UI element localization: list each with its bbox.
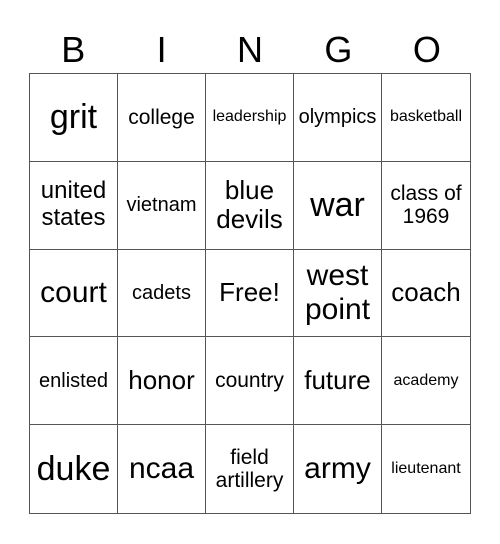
bingo-cell[interactable]: united states — [30, 161, 118, 250]
bingo-cell[interactable]: army — [294, 425, 382, 513]
bingo-cell[interactable]: duke — [30, 425, 118, 513]
bingo-cell[interactable]: college — [118, 74, 206, 162]
bingo-cell[interactable]: future — [294, 337, 382, 426]
bingo-cell[interactable]: leadership — [206, 74, 294, 162]
header-letter-g: G — [324, 29, 353, 70]
bingo-cell[interactable]: war — [294, 161, 382, 250]
bingo-grid: grit college leadership olympics basketb… — [29, 73, 471, 514]
bingo-cell[interactable]: enlisted — [30, 337, 118, 426]
bingo-cell[interactable]: academy — [382, 337, 470, 426]
bingo-cell[interactable]: olympics — [294, 74, 382, 162]
bingo-cell[interactable]: basketball — [382, 74, 470, 162]
bingo-cell[interactable]: vietnam — [118, 161, 206, 250]
bingo-header: B I N G O — [29, 26, 471, 74]
bingo-cell[interactable]: lieutenant — [382, 425, 470, 513]
bingo-cell[interactable]: honor — [118, 337, 206, 426]
header-letter-o: O — [412, 29, 441, 70]
bingo-cell[interactable]: court — [30, 249, 118, 338]
bingo-cell[interactable]: west point — [294, 249, 382, 338]
header-letter-b: B — [61, 29, 86, 70]
bingo-cell[interactable]: coach — [382, 250, 470, 338]
bingo-cell[interactable]: ncaa — [118, 425, 206, 513]
bingo-cell[interactable]: country — [206, 337, 294, 426]
free-space[interactable]: Free! — [206, 249, 294, 338]
bingo-cell[interactable]: blue devils — [206, 161, 294, 250]
bingo-cell[interactable]: grit — [30, 74, 118, 162]
bingo-cell[interactable]: field artillery — [206, 425, 294, 513]
header-letter-i: I — [156, 29, 167, 70]
header-letter-n: N — [237, 29, 264, 70]
bingo-cell[interactable]: class of 1969 — [382, 162, 470, 250]
bingo-cell[interactable]: cadets — [118, 249, 206, 338]
